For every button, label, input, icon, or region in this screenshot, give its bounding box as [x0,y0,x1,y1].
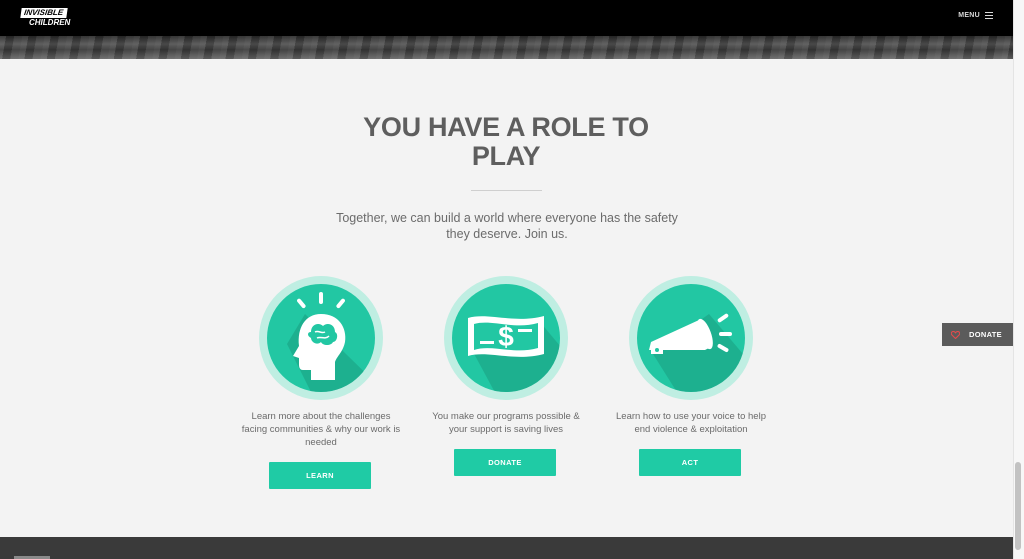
title-divider [471,190,542,191]
learn-card-text: Learn more about the challenges facing c… [241,411,401,448]
menu-label: MENU [958,12,980,19]
brain-head-icon [267,284,375,392]
donate-button[interactable]: DONATE [454,449,556,476]
top-nav-bar: INVISIBLE CHILDREN MENU [0,0,1013,36]
floating-donate-label: DONATE [969,330,1002,339]
scrollbar-thumb[interactable] [1015,462,1021,550]
learn-icon-ring [259,276,383,400]
act-icon-ring [629,276,753,400]
svg-text:$: $ [498,321,514,352]
menu-button[interactable]: MENU [958,12,993,19]
heart-icon [951,330,960,339]
hero-image-strip [0,36,1013,59]
megaphone-icon [637,284,745,392]
donate-card-text: You make our programs possible & your su… [432,411,580,435]
act-card-text: Learn how to use your voice to help end … [616,411,766,435]
invisible-children-logo[interactable]: INVISIBLE CHILDREN [20,8,71,28]
floating-donate-button[interactable]: DONATE [942,323,1013,346]
page-title: YOU HAVE A ROLE TO PLAY [363,112,649,171]
dollar-bill-icon: $ [452,284,560,392]
donate-icon-ring: $ [444,276,568,400]
footer [0,537,1013,559]
logo-line-2: CHILDREN [29,18,71,27]
logo-line-1: INVISIBLE [20,8,68,18]
act-button[interactable]: ACT [639,449,741,476]
learn-button[interactable]: LEARN [269,462,371,489]
hamburger-icon [985,12,993,19]
intro-text: Together, we can build a world where eve… [336,211,678,241]
